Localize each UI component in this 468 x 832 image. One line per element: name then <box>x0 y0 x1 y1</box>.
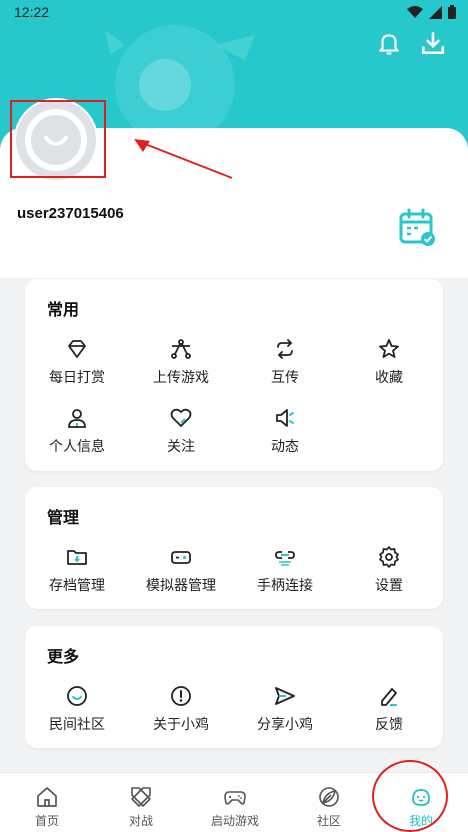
section-title: 常用 <box>47 300 80 319</box>
section-manage: 管理 存档管理 模拟器管理 手柄连接 设置 <box>25 487 443 609</box>
notification-bell-icon[interactable] <box>376 30 402 56</box>
community-button[interactable]: 民间社区 <box>25 684 129 738</box>
transfer-icon <box>277 339 293 359</box>
upload-game-button[interactable]: 上传游戏 <box>129 337 233 391</box>
wifi-icon <box>407 5 423 18</box>
section-more: 更多 民间社区 关于小鸡 分享小鸡 反馈 <box>25 626 443 748</box>
home-icon <box>37 787 57 807</box>
section-title: 管理 <box>47 508 80 527</box>
mutual-transfer-button[interactable]: 互传 <box>233 337 337 391</box>
status-bar: 12:22 <box>0 0 468 26</box>
speaker-icon <box>276 409 294 427</box>
smile-icon <box>67 686 87 706</box>
controller-connect-button[interactable]: 手柄连接 <box>233 545 337 599</box>
status-time: 12:22 <box>14 4 50 20</box>
save-management-button[interactable]: 存档管理 <box>25 545 129 599</box>
section-common: 常用 每日打赏 上传游戏 互传 收藏 个人信息 关注 动态 <box>25 279 443 471</box>
feedback-button[interactable]: 反馈 <box>337 684 441 738</box>
nav-home[interactable]: 首页 <box>0 773 94 832</box>
favorites-button[interactable]: 收藏 <box>337 337 441 391</box>
info-icon <box>171 686 191 706</box>
gear-icon <box>379 546 399 568</box>
star-icon <box>379 339 399 358</box>
link-icon <box>275 551 295 566</box>
upload-game-icon <box>171 339 191 359</box>
swords-icon <box>131 787 151 807</box>
daily-reward-button[interactable]: 每日打赏 <box>25 337 129 391</box>
emulator-icon <box>171 551 191 564</box>
send-icon <box>275 687 295 705</box>
annotation-box <box>10 100 106 178</box>
folder-icon <box>67 550 87 565</box>
annotation-circle <box>372 760 448 832</box>
leaf-icon <box>319 787 339 807</box>
diamond-icon <box>68 340 86 358</box>
emulator-management-button[interactable]: 模拟器管理 <box>129 545 233 599</box>
settings-button[interactable]: 设置 <box>337 545 441 599</box>
battery-icon <box>448 5 456 19</box>
nav-community[interactable]: 社区 <box>282 773 376 832</box>
section-title: 更多 <box>47 647 80 666</box>
gamepad-icon <box>224 791 246 805</box>
username: user237015406 <box>17 205 124 222</box>
checkin-calendar-icon[interactable] <box>398 208 438 248</box>
download-icon[interactable] <box>420 30 446 56</box>
about-button[interactable]: 关于小鸡 <box>129 684 233 738</box>
activity-button[interactable]: 动态 <box>233 406 337 460</box>
pencil-icon <box>381 688 397 706</box>
personal-info-button[interactable]: 个人信息 <box>25 406 129 460</box>
share-button[interactable]: 分享小鸡 <box>233 684 337 738</box>
annotation-arrow <box>134 139 233 179</box>
follow-button[interactable]: 关注 <box>129 406 233 460</box>
nav-battle[interactable]: 对战 <box>94 773 188 832</box>
person-icon <box>68 409 86 428</box>
nav-launch-game[interactable]: 启动游戏 <box>188 773 282 832</box>
signal-icon <box>429 5 442 19</box>
heart-icon <box>170 408 192 427</box>
